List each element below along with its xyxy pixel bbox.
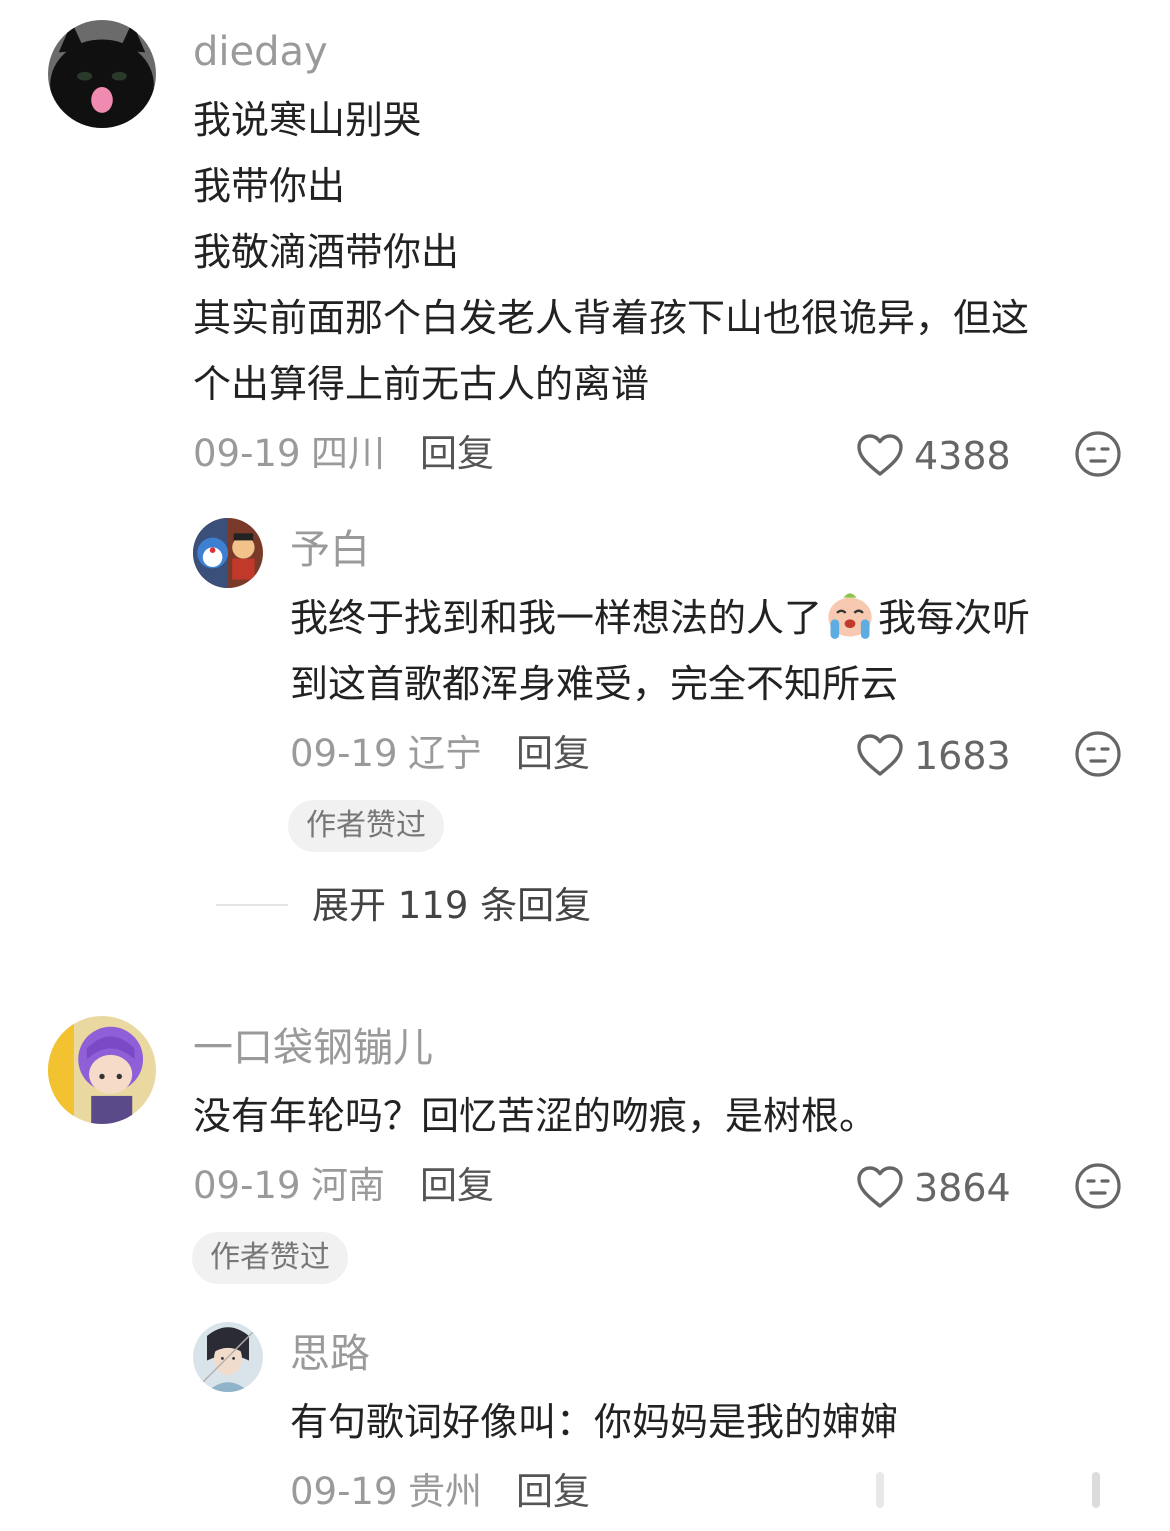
purple-hair-anime-avatar-icon xyxy=(48,1016,156,1124)
reply-username[interactable]: 予白 xyxy=(290,530,370,570)
reply-button[interactable]: 回复 xyxy=(516,1473,590,1510)
comment-region: 河南 xyxy=(311,1164,385,1207)
reply-date: 09-19 xyxy=(290,732,398,775)
reply-text-segment: 我每次听 xyxy=(878,596,1031,640)
comment-text-line: 没有年轮吗？回忆苦涩的吻痕，是树根。 xyxy=(193,1094,878,1138)
reply-region: 贵州 xyxy=(408,1470,482,1513)
reply-text-segment: 我终于找到和我一样想法的人了 xyxy=(290,596,823,640)
like-count: 3864 xyxy=(914,1166,1011,1210)
reply-button[interactable]: 回复 xyxy=(420,1167,494,1204)
comment-text-line: 我说寒山别哭 xyxy=(193,98,422,142)
dislike-face-icon[interactable] xyxy=(1074,1162,1122,1210)
comment-text-line: 我带你出 xyxy=(193,164,346,208)
avatar[interactable] xyxy=(48,1016,156,1124)
crying-face-emoji-icon xyxy=(828,593,872,639)
comment-username[interactable]: 一口袋钢镚儿 xyxy=(193,1028,433,1068)
avatar[interactable] xyxy=(193,1322,263,1392)
comment-date: 09-19 xyxy=(193,1164,301,1207)
expand-replies-button[interactable]: 展开 119 条回复 xyxy=(312,887,591,924)
heart-icon[interactable] xyxy=(856,733,904,777)
expand-divider xyxy=(216,904,288,906)
dislike-face-icon[interactable] xyxy=(1074,430,1122,478)
comment-username[interactable]: dieday xyxy=(193,32,328,72)
reply-button[interactable]: 回复 xyxy=(420,435,494,472)
author-liked-badge: 作者赞过 xyxy=(288,800,444,852)
truncated-like-icon-fragment xyxy=(876,1472,884,1508)
comment-text-line: 其实前面那个白发老人背着孩下山也很诡异，但这 xyxy=(193,296,1030,340)
reply-text-line: 我终于找到和我一样想法的人了 我每次听 xyxy=(290,585,1030,651)
like-count: 1683 xyxy=(914,734,1011,778)
comment-text-line: 个出算得上前无古人的离谱 xyxy=(193,362,650,406)
avatar[interactable] xyxy=(193,518,263,588)
reply-button[interactable]: 回复 xyxy=(516,735,590,772)
comment-date: 09-19 xyxy=(193,432,301,475)
reply-text-line: 有句歌词好像叫：你妈妈是我的婶婶 xyxy=(290,1400,899,1444)
reply-date: 09-19 xyxy=(290,1470,398,1513)
dislike-face-icon[interactable] xyxy=(1074,730,1122,778)
heart-icon[interactable] xyxy=(856,1165,904,1209)
comment-text-line: 我敬滴酒带你出 xyxy=(193,230,460,274)
reply-region: 辽宁 xyxy=(408,732,482,775)
like-count: 4388 xyxy=(914,434,1011,478)
avatar[interactable] xyxy=(48,20,156,128)
reply-text-line: 到这首歌都浑身难受，完全不知所云 xyxy=(290,662,899,706)
author-liked-badge: 作者赞过 xyxy=(192,1232,348,1284)
swordsman-avatar-icon xyxy=(193,1322,263,1392)
reply-username[interactable]: 思路 xyxy=(290,1334,370,1374)
comment-region: 四川 xyxy=(311,432,385,475)
heart-icon[interactable] xyxy=(856,433,904,477)
cartoon-collage-avatar-icon xyxy=(193,518,263,588)
black-cat-avatar-icon xyxy=(48,20,156,128)
truncated-dislike-icon-fragment xyxy=(1092,1472,1100,1508)
